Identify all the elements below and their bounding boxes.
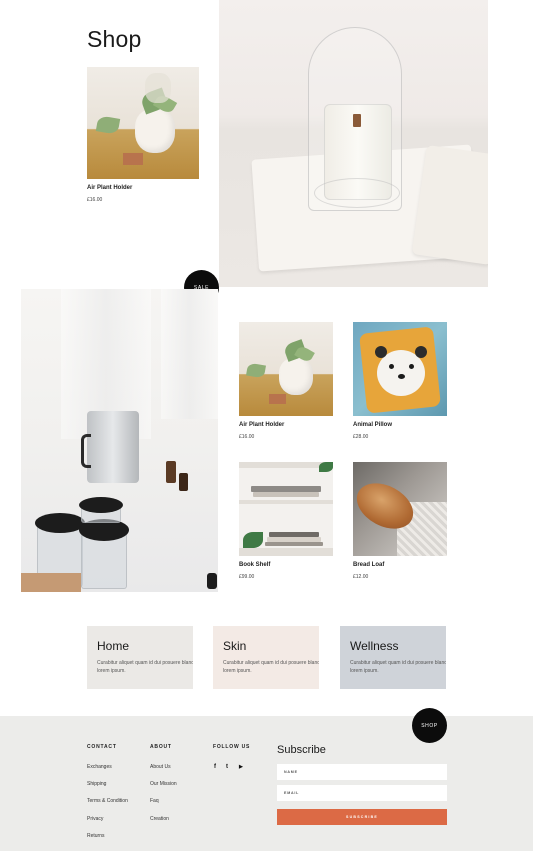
product-name[interactable]: Animal Pillow [353, 422, 392, 428]
product-name[interactable]: Bread Loaf [353, 562, 384, 568]
featured-product-image[interactable] [87, 67, 199, 179]
category-card-home[interactable]: Home Curabitur aliquet quam id dui posue… [87, 626, 193, 689]
facebook-icon[interactable]: f [214, 764, 216, 770]
jars-lifestyle-image [21, 289, 218, 592]
footer-link-shipping[interactable]: Shipping [87, 781, 106, 787]
category-card-wellness[interactable]: Wellness Curabitur aliquet quam id dui p… [340, 626, 446, 689]
product-image-bread-loaf[interactable] [353, 462, 447, 556]
email-input[interactable]: EMAIL [277, 785, 447, 801]
product-name[interactable]: Air Plant Holder [239, 422, 284, 428]
shop-badge[interactable]: SHOP [412, 708, 447, 743]
footer-follow-heading: FOLLOW US [213, 744, 251, 750]
page-title: Shop [87, 26, 142, 52]
product-image-book-shelf[interactable] [239, 462, 333, 556]
footer-link-returns[interactable]: Returns [87, 833, 105, 839]
footer [0, 716, 533, 851]
product-price: £99.00 [239, 574, 255, 580]
category-description: Curabitur aliquet quam id dui posuere bl… [97, 660, 193, 674]
featured-product-name[interactable]: Air Plant Holder [87, 185, 132, 191]
category-title: Skin [223, 639, 247, 653]
category-description: Curabitur aliquet quam id dui posuere bl… [350, 660, 446, 674]
footer-link-privacy[interactable]: Privacy [87, 816, 103, 822]
footer-link-our-mission[interactable]: Our Mission [150, 781, 177, 787]
subscribe-title: Subscribe [277, 744, 326, 756]
candle-hero-image [219, 0, 488, 287]
product-price: £12.00 [353, 574, 369, 580]
product-image-animal-pillow[interactable] [353, 322, 447, 416]
youtube-icon[interactable]: ▶ [239, 764, 243, 770]
twitter-icon[interactable]: t [226, 764, 228, 770]
footer-link-creation[interactable]: Creation [150, 816, 169, 822]
footer-contact-heading: CONTACT [87, 744, 117, 750]
category-description: Curabitur aliquet quam id dui posuere bl… [223, 660, 319, 674]
featured-product-price: £16.00 [87, 197, 103, 203]
name-input[interactable]: NAME [277, 764, 447, 780]
product-price: £28.00 [353, 434, 369, 440]
footer-link-exchanges[interactable]: Exchanges [87, 764, 112, 770]
footer-about-heading: ABOUT [150, 744, 172, 750]
category-title: Wellness [350, 639, 399, 653]
product-name[interactable]: Book Shelf [239, 562, 270, 568]
product-image-air-plant[interactable] [239, 322, 333, 416]
footer-link-faq[interactable]: Faq [150, 798, 159, 804]
footer-link-about-us[interactable]: About Us [150, 764, 171, 770]
category-title: Home [97, 639, 130, 653]
subscribe-button[interactable]: SUBSCRIBE [277, 809, 447, 825]
footer-link-terms[interactable]: Terms & Condition [87, 798, 128, 804]
product-price: £16.00 [239, 434, 255, 440]
category-card-skin[interactable]: Skin Curabitur aliquet quam id dui posue… [213, 626, 319, 689]
